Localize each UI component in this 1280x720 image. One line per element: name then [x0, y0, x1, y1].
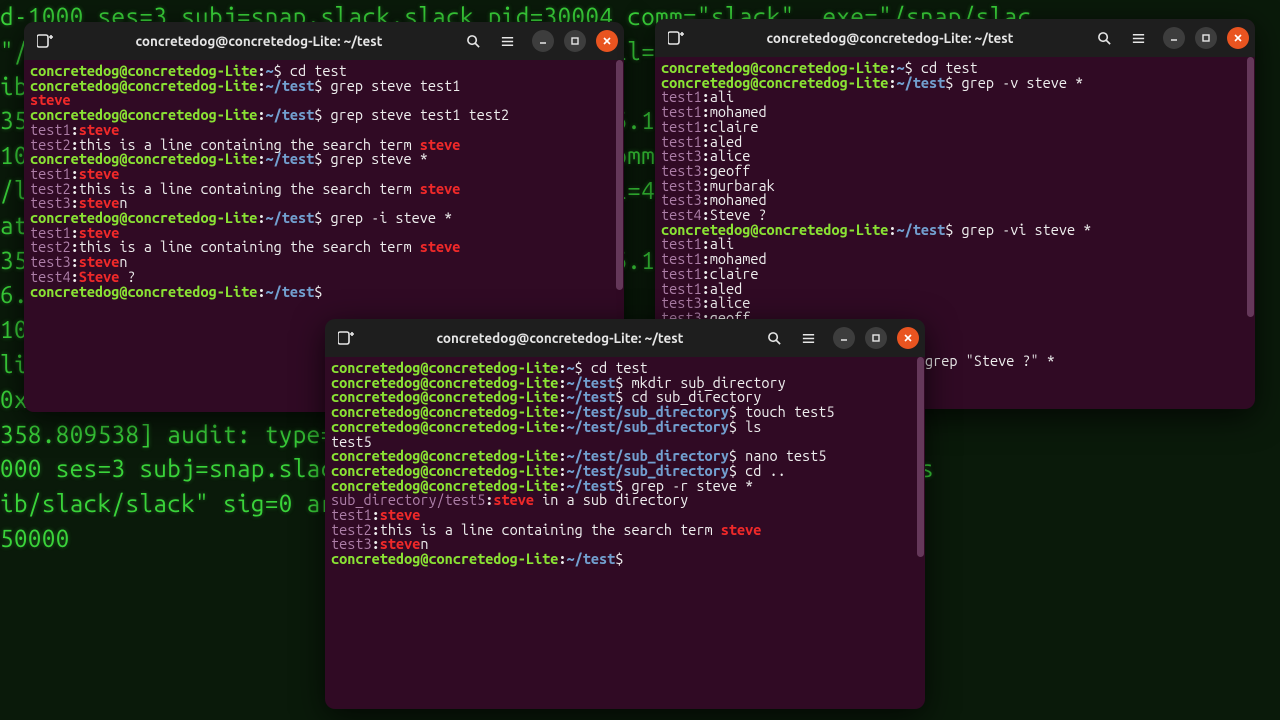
maximize-button[interactable] [865, 327, 887, 349]
window-title: concretedog@concretedog-Lite: ~/test [64, 33, 454, 49]
minimize-button[interactable] [532, 30, 554, 52]
search-icon[interactable] [1089, 24, 1119, 52]
scrollbar[interactable] [1247, 57, 1254, 317]
titlebar[interactable]: concretedog@concretedog-Lite: ~/test [24, 22, 624, 60]
search-icon[interactable] [759, 324, 789, 352]
scrollbar[interactable] [917, 357, 924, 557]
close-button[interactable] [897, 327, 919, 349]
new-tab-button[interactable] [30, 27, 60, 55]
new-tab-button[interactable] [331, 324, 361, 352]
maximize-button[interactable] [564, 30, 586, 52]
titlebar[interactable]: concretedog@concretedog-Lite: ~/test [325, 319, 925, 357]
close-button[interactable] [596, 30, 618, 52]
terminal-content[interactable]: concretedog@concretedog-Lite:~$ cd testc… [325, 357, 925, 709]
new-tab-button[interactable] [661, 24, 691, 52]
scrollbar[interactable] [616, 60, 623, 290]
maximize-button[interactable] [1195, 27, 1217, 49]
hamburger-icon[interactable] [793, 324, 823, 352]
terminal-2-tail: grep "Steve ?" * [925, 352, 1055, 369]
hamburger-icon[interactable] [492, 27, 522, 55]
search-icon[interactable] [458, 27, 488, 55]
minimize-button[interactable] [1163, 27, 1185, 49]
titlebar[interactable]: concretedog@concretedog-Lite: ~/test [655, 19, 1255, 57]
minimize-button[interactable] [833, 327, 855, 349]
window-title: concretedog@concretedog-Lite: ~/test [695, 30, 1085, 46]
terminal-window-3: concretedog@concretedog-Lite: ~/test con… [325, 319, 925, 709]
close-button[interactable] [1227, 27, 1249, 49]
window-title: concretedog@concretedog-Lite: ~/test [365, 330, 755, 346]
hamburger-icon[interactable] [1123, 24, 1153, 52]
